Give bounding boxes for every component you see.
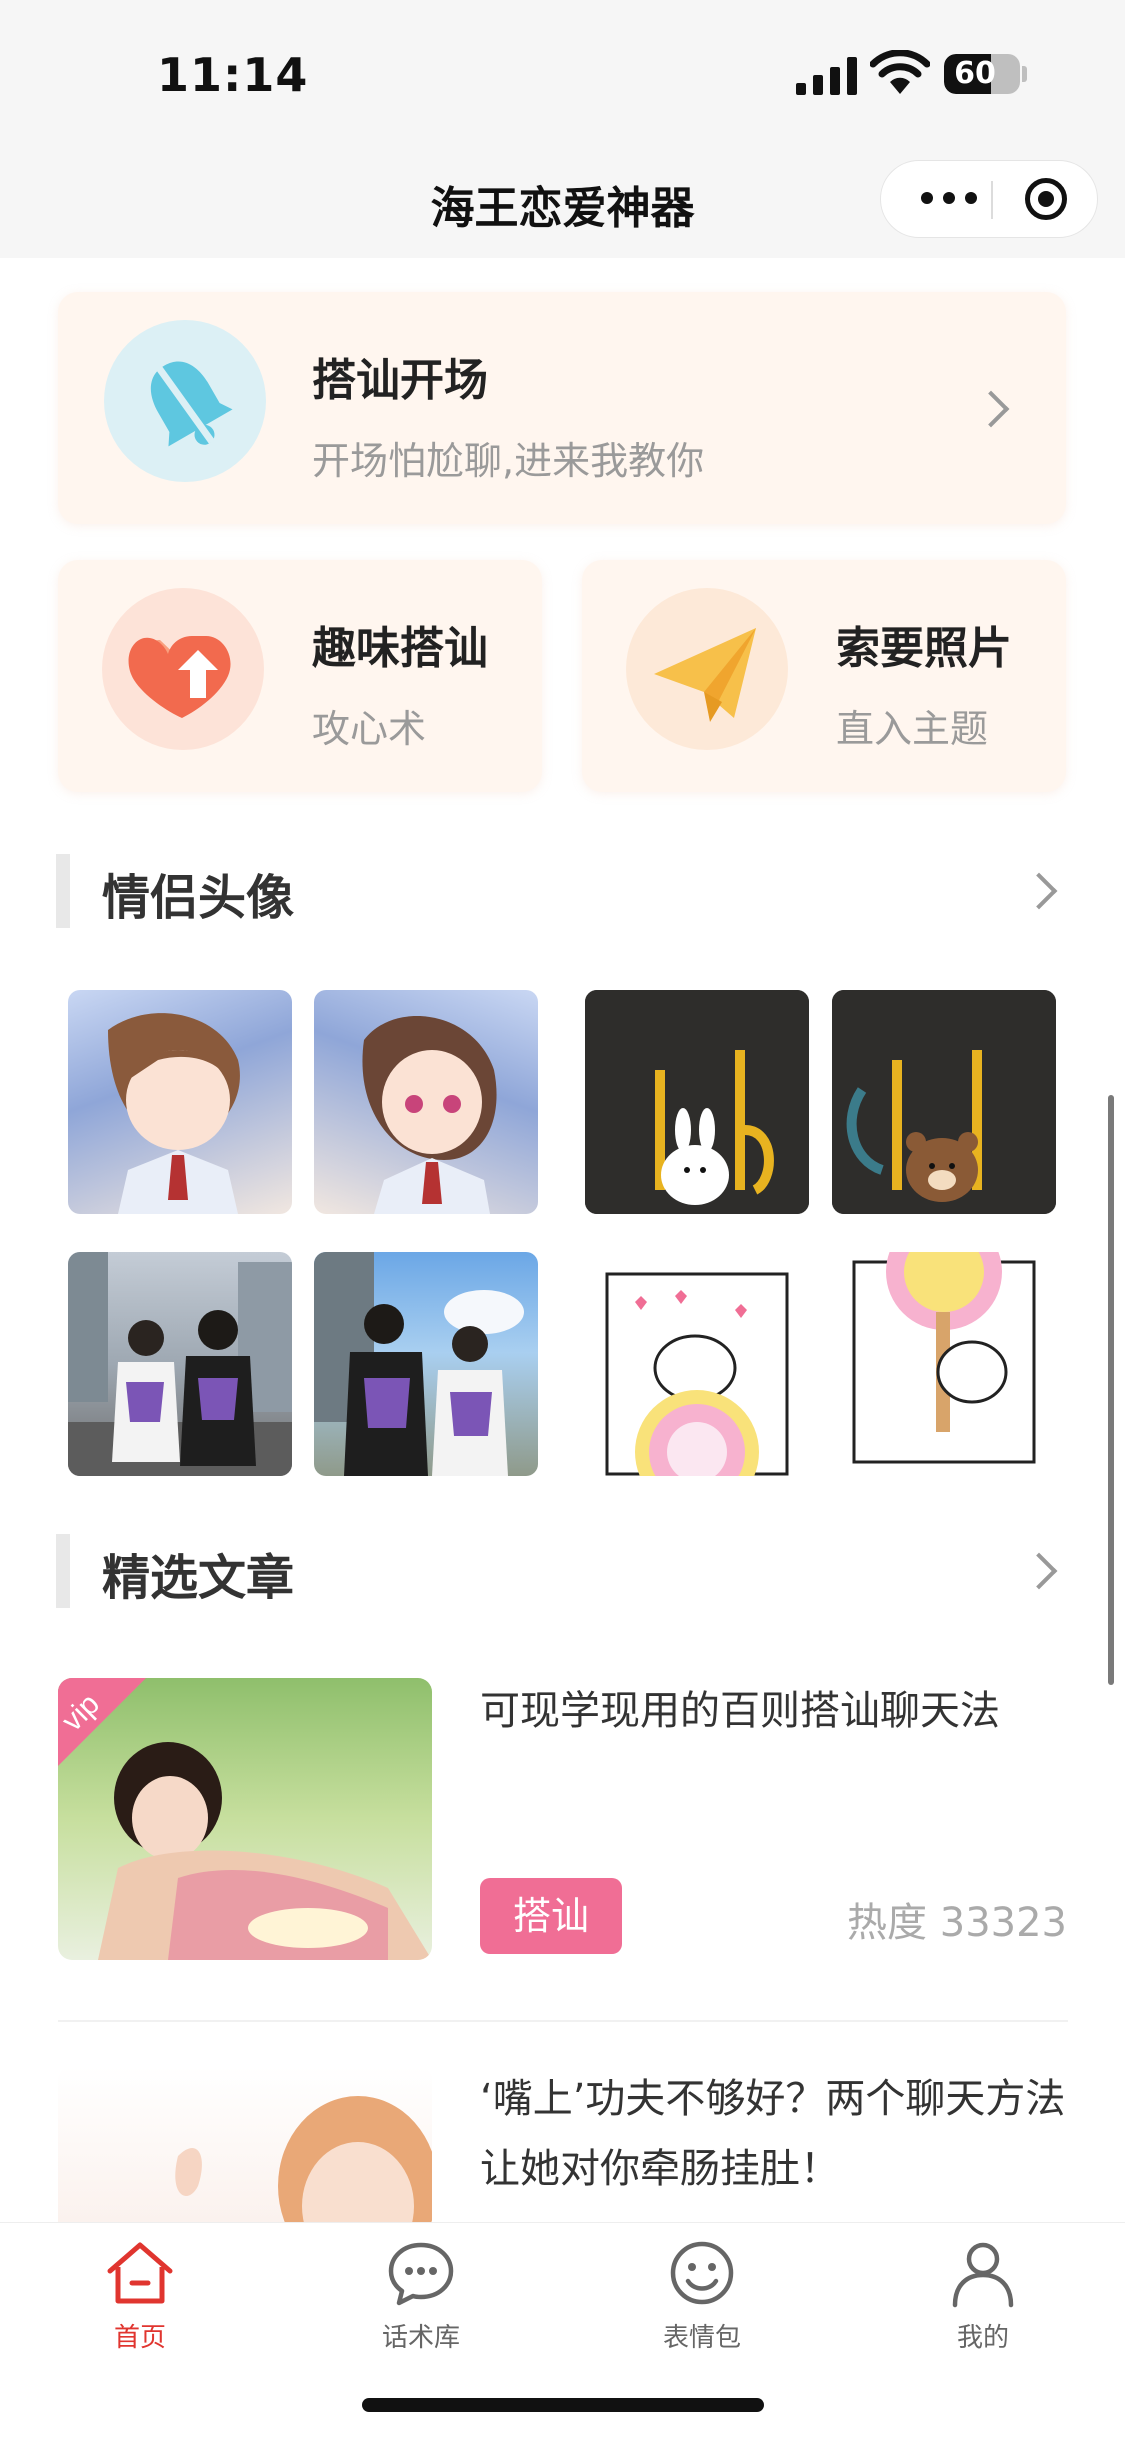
tab-profile[interactable]: 我的 xyxy=(893,2237,1073,2354)
section-title-articles: 精选文章 xyxy=(102,1550,295,1606)
more-menu-icon[interactable] xyxy=(921,189,977,209)
article-tag: 搭讪 xyxy=(480,1878,622,1954)
couple-avatar-brown[interactable] xyxy=(832,990,1056,1214)
close-mini-program-icon[interactable] xyxy=(1025,178,1067,220)
scroll-indicator xyxy=(1108,1095,1114,1685)
section-marker xyxy=(56,854,70,928)
chat-bubble-icon xyxy=(385,2237,457,2309)
article-title[interactable]: 可现学现用的百则搭讪聊天法 xyxy=(480,1676,1080,1746)
paper-plane-icon xyxy=(626,588,788,750)
couple-avatar-photo-1[interactable] xyxy=(68,1252,292,1476)
home-indicator xyxy=(362,2398,764,2412)
tab-profile-label: 我的 xyxy=(956,2323,1009,2353)
tab-home[interactable]: 首页 xyxy=(50,2237,230,2354)
section-marker xyxy=(56,1534,70,1608)
card-photo-subtitle: 直入主题 xyxy=(836,707,989,751)
tab-scripts[interactable]: 话术库 xyxy=(331,2237,511,2354)
couple-avatar-sticker-1[interactable] xyxy=(585,1252,809,1476)
divider xyxy=(58,2020,1068,2022)
wifi-icon xyxy=(870,50,930,94)
couple-avatar-sticker-2[interactable] xyxy=(832,1252,1056,1476)
chevron-right-icon xyxy=(972,390,1010,428)
card-fun-subtitle: 攻心术 xyxy=(312,707,427,751)
heart-icon xyxy=(102,588,264,750)
home-icon xyxy=(104,2237,176,2309)
tab-stickers-label: 表情包 xyxy=(662,2323,741,2353)
card-fun[interactable]: 趣味搭讪 攻心术 xyxy=(58,560,542,792)
card-opening[interactable]: 搭讪开场 开场怕尬聊,进来我教你 xyxy=(58,292,1066,524)
card-opening-title: 搭讪开场 xyxy=(312,355,488,406)
couple-avatar-anime-boy[interactable] xyxy=(68,990,292,1214)
tab-home-label: 首页 xyxy=(113,2323,166,2353)
article-thumbnail[interactable]: vip xyxy=(58,1678,432,1960)
article-heat: 热度 33323 xyxy=(847,1900,1067,1946)
article-title[interactable]: ‘嘴上’功夫不够好？两个聊天方法让她对你牵肠挂肚！ xyxy=(480,2064,1080,2204)
smiley-icon xyxy=(666,2237,738,2309)
nav-bar: 海王恋爱神器 xyxy=(0,150,1125,258)
avatars-more-chevron-icon[interactable] xyxy=(1020,872,1058,910)
couple-avatar-anime-girl[interactable] xyxy=(314,990,538,1214)
article-thumbnail[interactable] xyxy=(58,2066,432,2222)
cellular-signal-icon xyxy=(796,55,860,95)
mini-program-capsule xyxy=(880,160,1098,238)
battery-icon: 60 xyxy=(944,54,1020,94)
bell-icon xyxy=(104,320,266,482)
card-photo[interactable]: 索要照片 直入主题 xyxy=(582,560,1066,792)
person-icon xyxy=(947,2237,1019,2309)
card-fun-title: 趣味搭讪 xyxy=(312,623,488,674)
card-opening-subtitle: 开场怕尬聊,进来我教你 xyxy=(312,439,705,483)
section-title-avatars: 情侣头像 xyxy=(102,870,295,926)
card-photo-title: 索要照片 xyxy=(836,623,1012,674)
status-bar: 11:14 60 xyxy=(0,0,1125,150)
couple-avatar-photo-2[interactable] xyxy=(314,1252,538,1476)
couple-avatar-cony[interactable] xyxy=(585,990,809,1214)
tab-scripts-label: 话术库 xyxy=(381,2323,460,2353)
status-time: 11:14 xyxy=(157,48,309,102)
battery-level: 60 xyxy=(954,56,996,91)
articles-more-chevron-icon[interactable] xyxy=(1020,1552,1058,1590)
tab-stickers[interactable]: 表情包 xyxy=(612,2237,792,2354)
